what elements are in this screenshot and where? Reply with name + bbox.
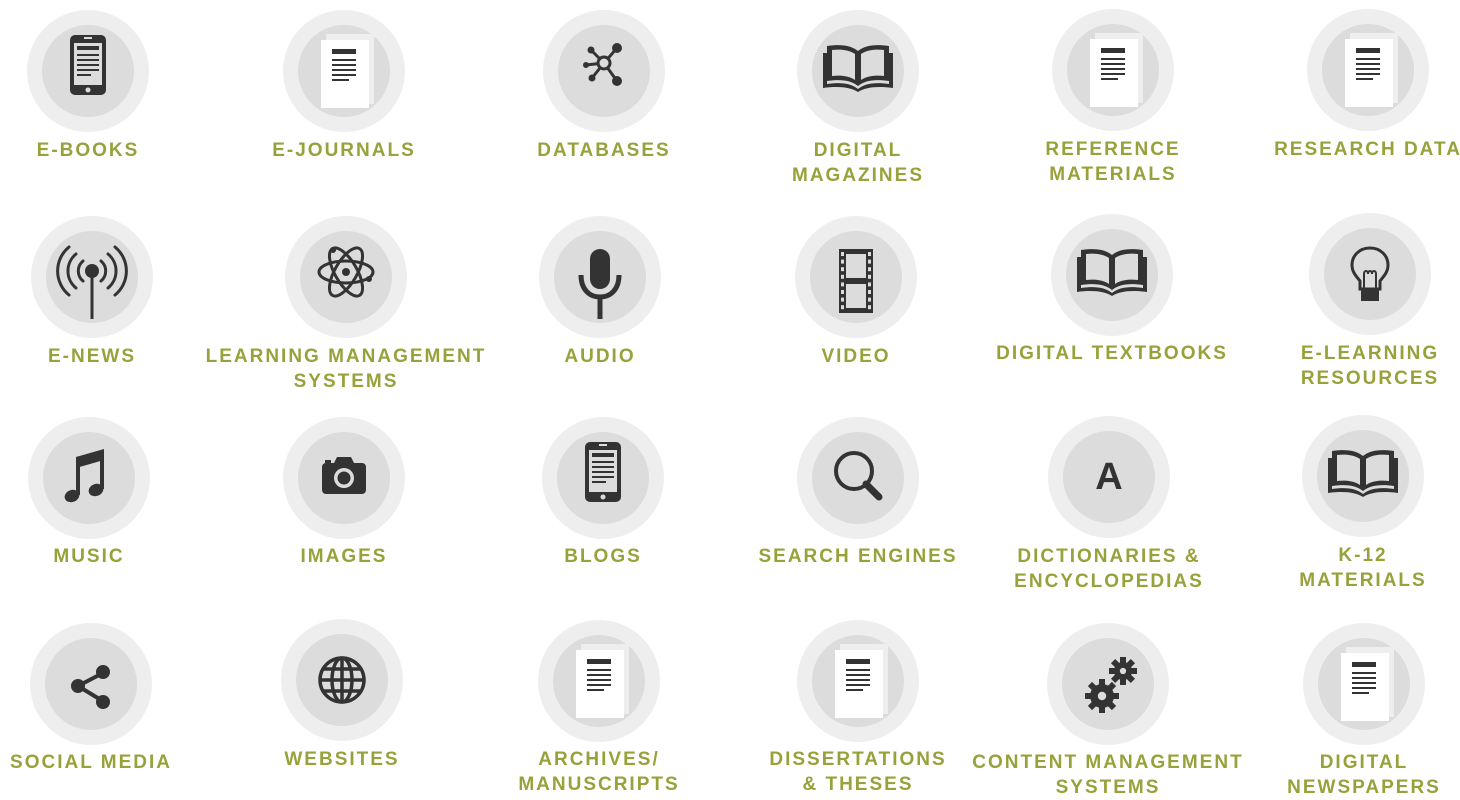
icon-badge[interactable] [31, 216, 153, 338]
open-book-icon [1077, 249, 1147, 296]
film-icon [839, 249, 873, 313]
letter-a-icon: A [1095, 456, 1122, 498]
icon-badge[interactable] [30, 623, 152, 745]
icon-badge[interactable] [1309, 213, 1431, 335]
icon-badge[interactable] [538, 620, 660, 742]
document-icon [1345, 33, 1398, 107]
broadcast-icon [56, 245, 128, 319]
tablet-icon [70, 35, 106, 95]
icon-badge[interactable] [795, 216, 917, 338]
icon-badge[interactable]: A [1048, 416, 1170, 538]
icon-badge[interactable] [543, 10, 665, 132]
music-note-icon [64, 449, 104, 503]
icon-badge[interactable] [1302, 415, 1424, 537]
icon-badge[interactable] [1051, 214, 1173, 336]
icon-badge[interactable] [1303, 623, 1425, 745]
letter-glyph: A [1095, 456, 1122, 498]
icon-badge[interactable] [539, 216, 661, 338]
icon-badge[interactable] [283, 417, 405, 539]
icon-badge[interactable] [281, 619, 403, 741]
document-icon [576, 644, 629, 718]
share-icon [71, 665, 110, 709]
icon-badge[interactable] [797, 620, 919, 742]
resource-label[interactable]: E-JOURNALS [194, 138, 494, 163]
resource-label[interactable]: DIGITAL TEXTBOOKS [962, 341, 1262, 366]
icon-badge[interactable] [542, 417, 664, 539]
resource-label[interactable]: E-LEARNING RESOURCES [1220, 341, 1460, 391]
resource-label[interactable]: VIDEO [706, 344, 1006, 369]
lightbulb-icon [1350, 246, 1390, 301]
document-icon [1341, 647, 1394, 721]
microphone-icon [578, 249, 622, 319]
icon-badge[interactable] [797, 417, 919, 539]
atom-icon [317, 246, 375, 298]
resource-label[interactable]: AUDIO [450, 344, 750, 369]
resource-label[interactable]: CONTENT MANAGEMENT SYSTEMS [958, 750, 1258, 800]
resource-label[interactable]: DIGITAL NEWSPAPERS [1214, 750, 1460, 800]
tablet-icon [585, 442, 621, 502]
resource-label[interactable]: IMAGES [194, 544, 494, 569]
document-icon [835, 644, 888, 718]
icon-badge[interactable] [28, 417, 150, 539]
icon-badge[interactable] [285, 216, 407, 338]
resource-label[interactable]: RESEARCH DATA [1218, 137, 1460, 162]
document-icon [321, 34, 374, 108]
icon-badge[interactable] [797, 10, 919, 132]
magnifier-icon [834, 451, 883, 501]
resource-label[interactable]: WEBSITES [192, 747, 492, 772]
icon-badge[interactable] [1052, 9, 1174, 131]
globe-icon [318, 656, 366, 704]
icon-badge[interactable] [1307, 9, 1429, 131]
gears-icon [1085, 657, 1137, 713]
open-book-icon [823, 45, 893, 92]
resource-label[interactable]: ARCHIVES/ MANUSCRIPTS [449, 747, 749, 797]
camera-icon [322, 457, 366, 494]
icon-badge[interactable] [1047, 623, 1169, 745]
document-icon [1090, 33, 1143, 107]
network-icon [583, 43, 622, 86]
icon-badge[interactable] [283, 10, 405, 132]
resource-label[interactable]: K-12 MATERIALS [1213, 543, 1460, 593]
open-book-icon [1328, 450, 1398, 497]
icon-badge[interactable] [27, 10, 149, 132]
